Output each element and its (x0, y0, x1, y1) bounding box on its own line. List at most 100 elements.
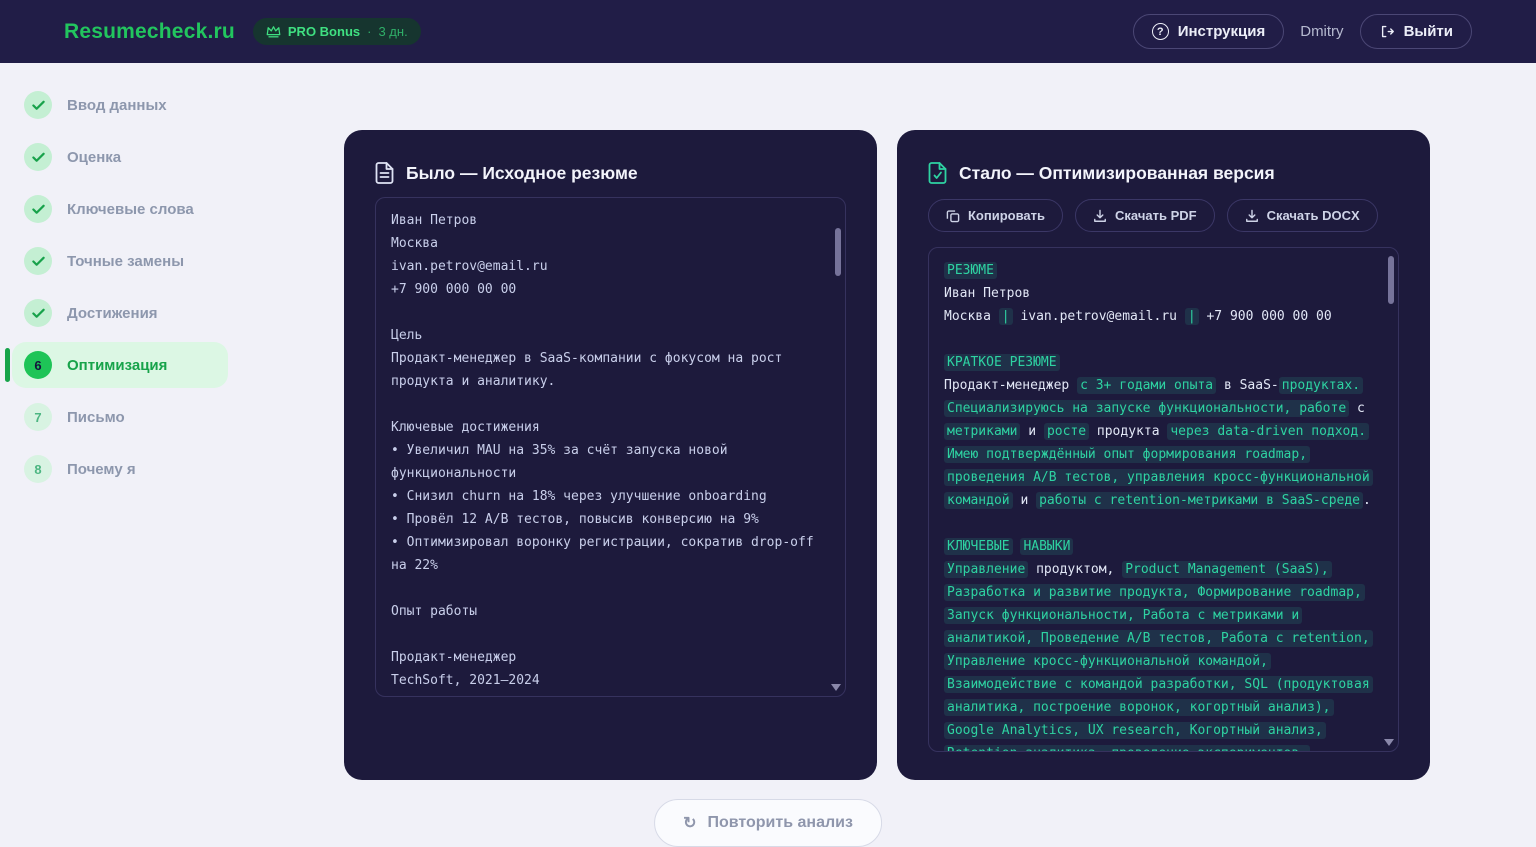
resume-line: Взаимодействие с командой разработки, SQ… (944, 673, 1383, 696)
highlighted-segment: НАВЫКИ (1020, 538, 1074, 555)
before-resume-textarea[interactable]: Иван Петров Москва ivan.petrov@email.ru … (375, 197, 846, 697)
sidebar-item-ocenka[interactable]: Оценка (12, 139, 228, 175)
after-panel-title: Стало — Оптимизированная версия (959, 162, 1275, 183)
resume-line: Разработка и развитие продукта, Формиров… (944, 581, 1383, 604)
sidebar-item-label: Оценка (67, 148, 122, 166)
scrollbar-thumb[interactable] (835, 228, 841, 276)
resume-line: аналитикой, Проведение А/В тестов, Работ… (944, 627, 1383, 650)
sidebar-item-vvod-dannyh[interactable]: Ввод данных (12, 87, 228, 123)
sidebar-item-label: Почему я (67, 460, 136, 478)
resume-line: Москва | ivan.petrov@email.ru | +7 900 0… (944, 305, 1383, 328)
resume-line: РЕЗЮМЕ (944, 259, 1383, 282)
refresh-icon: ↻ (683, 815, 697, 832)
resume-line (944, 512, 1383, 535)
sidebar-item-optimizaciya[interactable]: 6 Оптимизация (5, 342, 228, 388)
highlighted-segment: росте (1043, 423, 1090, 440)
resume-line: Управление продуктом, Product Management… (944, 558, 1383, 581)
plain-segment: +7 900 000 00 00 (1198, 309, 1332, 324)
resume-line: Имею подтверждённый опыт формирования ro… (944, 443, 1383, 466)
resume-line: аналитика, построение воронок, когортный… (944, 696, 1383, 719)
top-bar-right: ? Инструкция Dmitry Выйти (1132, 14, 1472, 49)
download-icon (1093, 209, 1107, 223)
resume-line: метриками и росте продукта через data-dr… (944, 420, 1383, 443)
highlighted-segment: продуктах. (1278, 377, 1364, 394)
steps-sidebar: Ввод данных Оценка Ключевые слова Точные… (0, 63, 310, 503)
before-panel-title: Было — Исходное резюме (406, 162, 638, 183)
highlighted-segment: командой (944, 492, 1013, 509)
copy-icon (946, 209, 960, 223)
pro-badge-days: 3 дн. (378, 24, 408, 39)
plain-segment: Москва (944, 309, 999, 324)
download-docx-button[interactable]: Скачать DOCX (1226, 199, 1378, 232)
document-icon (375, 162, 394, 184)
highlighted-segment: КЛЮЧЕВЫЕ (944, 538, 1013, 555)
highlighted-segment: с 3+ годами опыта (1077, 377, 1217, 394)
highlighted-segment: через data-driven подход. (1167, 423, 1370, 440)
repeat-analysis-button[interactable]: ↻ Повторить анализ (654, 799, 882, 847)
logout-button[interactable]: Выйти (1359, 14, 1472, 49)
step-number: 6 (24, 351, 52, 379)
highlighted-segment: КРАТКОЕ РЕЗЮМЕ (944, 354, 1060, 371)
resume-line: Retention-аналитика, проведение эксперим… (944, 742, 1383, 751)
highlighted-segment: Управление (944, 561, 1029, 578)
pro-bonus-badge: PRO Bonus · 3 дн. (252, 18, 421, 45)
highlighted-segment: Специализируюсь на запуске функционально… (944, 400, 1350, 417)
resume-line: Запуск функциональности, Работа с метрик… (944, 604, 1383, 627)
instruction-button[interactable]: ? Инструкция (1132, 14, 1285, 49)
check-icon (24, 195, 52, 223)
after-resume-text: РЕЗЮМЕ Иван Петров Москва | ivan.petrov@em… (944, 259, 1383, 751)
plain-segment: ivan.petrov@email.ru (1012, 309, 1185, 324)
highlighted-segment: | (998, 308, 1013, 325)
copy-label: Копировать (968, 208, 1046, 223)
highlighted-segment: Имею подтверждённый опыт формирования ro… (944, 446, 1311, 463)
sidebar-item-pochemu-ya[interactable]: 8 Почему я (12, 451, 228, 487)
highlighted-segment: Google Analytics, UX research, Когортный… (944, 722, 1326, 739)
resume-line: КЛЮЧЕВЫЕ НАВЫКИ (944, 535, 1383, 558)
download-pdf-button[interactable]: Скачать PDF (1075, 199, 1215, 232)
check-icon (24, 299, 52, 327)
sidebar-item-label: Оптимизация (67, 356, 168, 374)
copy-button[interactable]: Копировать (928, 199, 1064, 232)
sidebar-item-dostizheniya[interactable]: Достижения (12, 295, 228, 331)
scroll-down-arrow-icon[interactable] (1384, 739, 1394, 746)
instruction-label: Инструкция (1177, 23, 1266, 40)
resume-line: проведения А/В тестов, управления кросс-… (944, 466, 1383, 489)
check-icon (24, 143, 52, 171)
download-pdf-label: Скачать PDF (1115, 208, 1197, 223)
plain-segment: . (1363, 493, 1371, 508)
plain-segment: в SaaS- (1216, 378, 1279, 393)
check-icon (24, 91, 52, 119)
sidebar-item-label: Точные замены (67, 252, 185, 270)
resume-line (944, 328, 1383, 351)
after-panel-actions: Копировать Скачать PDF Скачать DOCX (928, 199, 1399, 232)
username: Dmitry (1300, 23, 1344, 40)
before-panel: Было — Исходное резюме Иван Петров Москв… (344, 130, 877, 780)
sidebar-item-pismo[interactable]: 7 Письмо (12, 399, 228, 435)
scroll-down-arrow-icon[interactable] (831, 684, 841, 691)
app-logo: Resumecheck.ru (64, 19, 235, 43)
highlighted-segment: Разработка и развитие продукта, Формиров… (944, 584, 1365, 601)
sidebar-item-tochnye-zameny[interactable]: Точные замены (12, 243, 228, 279)
pro-badge-separator: · (367, 24, 372, 39)
highlighted-segment: Запуск функциональности, Работа с метрик… (944, 607, 1303, 624)
step-number: 8 (24, 455, 52, 483)
document-check-icon (928, 162, 947, 184)
highlighted-segment: Retention-аналитика, проведение эксперим… (944, 745, 1311, 751)
scrollbar-thumb[interactable] (1388, 256, 1394, 304)
after-resume-textarea[interactable]: РЕЗЮМЕ Иван Петров Москва | ivan.petrov@em… (928, 247, 1399, 752)
plain-segment: Продакт-менеджер (944, 378, 1078, 393)
resume-line: Продакт-менеджер с 3+ годами опыта в Saa… (944, 374, 1383, 397)
highlighted-segment: Взаимодействие с командой разработки, SQ… (944, 676, 1373, 693)
plain-segment: с (1349, 401, 1365, 416)
plain-segment: и (1020, 424, 1044, 439)
plain-segment: Иван Петров (944, 286, 1031, 301)
highlighted-segment: проведения А/В тестов, управления кросс-… (944, 469, 1373, 486)
sidebar-item-label: Ввод данных (67, 96, 167, 114)
before-resume-text: Иван Петров Москва ivan.petrov@email.ru … (391, 213, 814, 688)
sidebar-item-klyuchevye-slova[interactable]: Ключевые слова (12, 191, 228, 227)
sidebar-item-label: Письмо (67, 408, 125, 426)
logout-label: Выйти (1403, 23, 1453, 40)
crown-icon (266, 25, 281, 38)
pro-badge-label: PRO Bonus (287, 24, 361, 39)
repeat-analysis-label: Повторить анализ (707, 814, 853, 831)
